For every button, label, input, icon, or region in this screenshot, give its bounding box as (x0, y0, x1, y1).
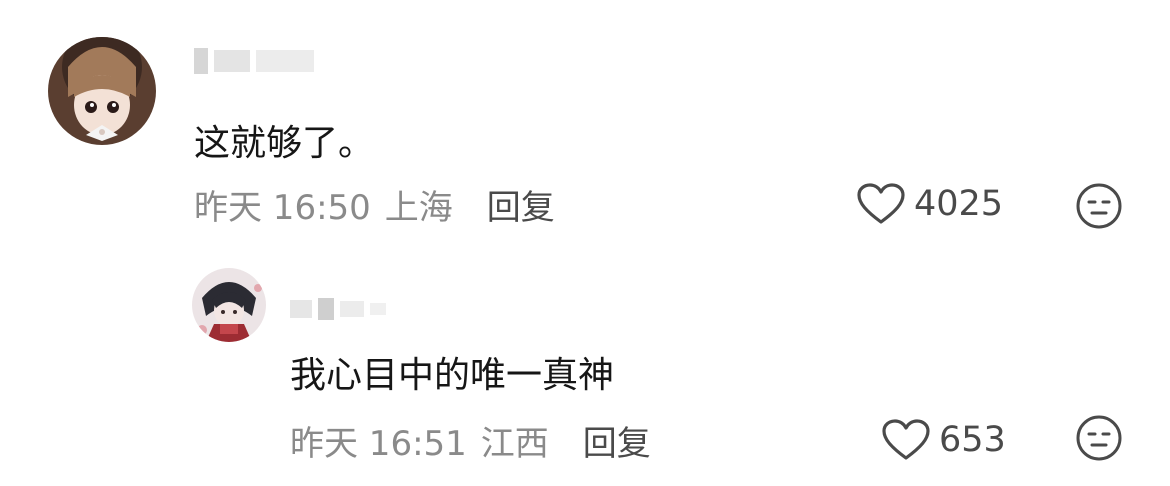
username-redacted[interactable] (290, 298, 386, 320)
username-redacted[interactable] (194, 48, 314, 74)
reply-button[interactable]: 回复 (487, 180, 555, 229)
comment-item: 这就够了。 昨天 16:50 上海 回复 4025 (0, 0, 1170, 260)
reply-time: 昨天 16:51 (290, 424, 467, 464)
dislike-button[interactable] (1075, 414, 1123, 462)
dislike-button[interactable] (1075, 182, 1123, 230)
comment-time: 昨天 16:50 (194, 188, 371, 228)
reply-meta: 昨天 16:51 江西 回复 (290, 416, 651, 465)
like-button[interactable]: 4025 (856, 182, 1003, 226)
avatar[interactable] (192, 268, 266, 342)
like-count: 653 (939, 420, 1006, 460)
avatar-image (48, 37, 156, 145)
avatar-image (192, 268, 266, 342)
reply-button[interactable]: 回复 (583, 416, 651, 465)
neutral-face-icon (1076, 183, 1122, 229)
heart-outline-icon (857, 183, 905, 224)
reply-item: 我心目中的唯一真神 昨天 16:51 江西 回复 653 (0, 260, 1170, 486)
like-button[interactable]: 653 (881, 418, 1006, 462)
reply-location: 江西 (480, 424, 549, 464)
like-count: 4025 (914, 184, 1004, 224)
comment-location: 上海 (384, 188, 453, 228)
neutral-face-icon (1076, 415, 1122, 461)
avatar[interactable] (48, 37, 156, 145)
heart-outline-icon (882, 419, 930, 460)
comment-meta: 昨天 16:50 上海 回复 (194, 180, 555, 229)
comment-text: 这就够了。 (194, 123, 375, 164)
reply-text: 我心目中的唯一真神 (290, 355, 615, 396)
